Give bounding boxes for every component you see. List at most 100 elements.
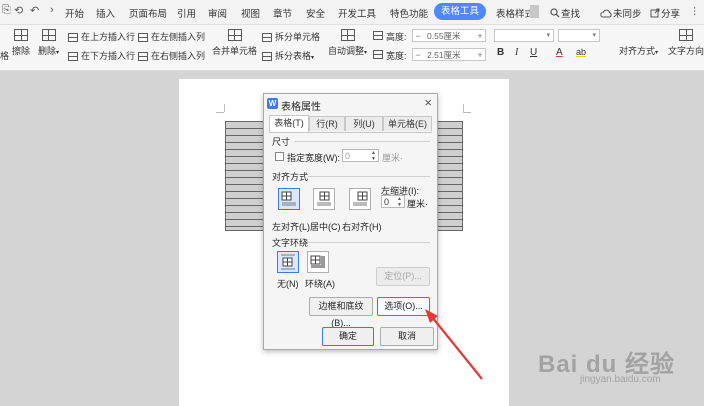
- merge-cells-button[interactable]: 合并单元格: [212, 29, 257, 57]
- align-left-icon: [281, 191, 296, 206]
- wrap-none-option[interactable]: [277, 251, 299, 273]
- search-box[interactable]: 查找: [550, 6, 580, 20]
- ribbon: 格 擦除 删除▾ 在上方插入行 在下方插入行 在左侧插入列 在右侧插入列 合并单…: [0, 25, 704, 71]
- tab-page-layout[interactable]: 页面布局: [129, 6, 167, 20]
- wrap-around-option[interactable]: [307, 251, 329, 273]
- tab-review[interactable]: 审阅: [208, 6, 227, 20]
- col-width-input[interactable]: − 2.51厘米 +: [412, 48, 486, 61]
- sync-label: 未同步: [613, 9, 642, 20]
- decrease-height-button[interactable]: −: [413, 30, 423, 43]
- tab-table-style[interactable]: 表格样式: [496, 6, 534, 20]
- underline-button[interactable]: U: [530, 47, 537, 58]
- spin-down-icon[interactable]: ▼: [370, 156, 377, 162]
- autofit-button[interactable]: 自动调整▾: [328, 29, 367, 57]
- width-label: 宽度:: [386, 51, 407, 61]
- insert-col-left-button[interactable]: 在左侧插入列: [138, 30, 205, 43]
- delete-table-icon: [41, 29, 56, 41]
- align-button[interactable]: 对齐方式▾: [619, 29, 658, 57]
- insert-row-below-button[interactable]: 在下方插入行: [68, 49, 135, 62]
- chevron-down-icon: ▾: [546, 32, 550, 39]
- wrap-around-icon: [310, 255, 325, 268]
- table-width-input[interactable]: 0 ▲ ▼: [342, 149, 379, 162]
- sync-status[interactable]: 未同步: [600, 6, 642, 20]
- tab-table-tools[interactable]: 表格工具: [434, 3, 486, 20]
- row-height-input[interactable]: − 0.55厘米 +: [412, 29, 486, 42]
- tab-security[interactable]: 安全: [306, 6, 325, 20]
- wrap-none-icon: [281, 254, 295, 270]
- text-direction-button[interactable]: 文字方向: [668, 29, 704, 57]
- split-cells-button[interactable]: 拆分单元格: [262, 30, 320, 43]
- font-color-button[interactable]: A: [556, 47, 563, 58]
- share-button[interactable]: 分享: [650, 6, 680, 20]
- borders-shading-button[interactable]: 边框和底纹(B)...: [309, 297, 373, 328]
- positioning-button[interactable]: 定位(P)...: [376, 267, 430, 286]
- tab-cell[interactable]: 单元格(E): [383, 116, 432, 131]
- delete-button[interactable]: 删除▾: [38, 29, 59, 57]
- highlight-button[interactable]: ab: [576, 47, 586, 57]
- cancel-button[interactable]: 取消: [380, 327, 434, 346]
- insert-row-above-icon: [68, 33, 78, 43]
- ribbon-clipped-label: 格: [0, 51, 10, 61]
- italic-button[interactable]: I: [515, 47, 518, 58]
- erase-button[interactable]: 擦除: [12, 29, 30, 57]
- align-left-option[interactable]: [278, 188, 300, 210]
- more-icon[interactable]: ›: [50, 4, 54, 16]
- tab-developer[interactable]: 开发工具: [338, 6, 376, 20]
- row-height-icon: [373, 31, 383, 40]
- undo-icon[interactable]: ↶: [30, 4, 39, 17]
- chevron-down-icon: ▾: [56, 50, 60, 56]
- erase-label: 擦除: [12, 46, 31, 56]
- insert-row-above-button[interactable]: 在上方插入行: [68, 30, 135, 43]
- options-button[interactable]: 选项(O)...: [377, 297, 430, 316]
- row-height-value: 0.55厘米: [427, 31, 461, 41]
- more-menu-icon[interactable]: ⋮: [690, 6, 700, 17]
- dialog-titlebar[interactable]: W 表格属性 ×: [264, 94, 437, 114]
- align-right-option[interactable]: [349, 188, 371, 210]
- ok-button[interactable]: 确定: [322, 327, 374, 346]
- align-right-label: 右对齐(H): [342, 222, 382, 232]
- tab-column[interactable]: 列(U): [345, 116, 383, 131]
- tab-scroll-box[interactable]: [530, 5, 539, 18]
- specify-width-label: 指定宽度(W):: [287, 153, 340, 163]
- tab-sections[interactable]: 章节: [273, 6, 292, 20]
- insert-col-right-button[interactable]: 在右侧插入列: [138, 49, 205, 62]
- table-width-unit: 厘米·: [382, 153, 403, 163]
- autofit-label: 自动调整: [328, 46, 365, 56]
- share-icon: [650, 8, 660, 18]
- increase-width-button[interactable]: +: [475, 49, 485, 62]
- menu-bar: ⎘ ⟲ ↶ › 开始 插入 页面布局 引用 审阅 视图 章节 安全 开发工具 特…: [0, 0, 704, 25]
- left-indent-input[interactable]: 0 ▲ ▼: [381, 195, 405, 208]
- tab-references[interactable]: 引用: [177, 6, 196, 20]
- spin-down-icon[interactable]: ▼: [396, 202, 403, 208]
- tab-row[interactable]: 行(R): [309, 116, 345, 131]
- split-cells-label: 拆分单元格: [275, 32, 321, 42]
- font-name-combo[interactable]: ▾: [494, 29, 554, 42]
- split-table-icon: [262, 52, 272, 62]
- alignment-section-label: 对齐方式: [272, 172, 309, 182]
- chevron-down-icon: ▾: [311, 55, 315, 61]
- align-center-label: 居中(C): [310, 222, 341, 232]
- wrap-around-label: 环绕(A): [305, 279, 335, 289]
- autofit-icon: [340, 29, 355, 41]
- specify-width-checkbox[interactable]: [275, 152, 284, 161]
- eraser-icon: [14, 29, 28, 41]
- bold-button[interactable]: B: [497, 47, 504, 58]
- insert-col-right-label: 在右侧插入列: [151, 51, 206, 61]
- increase-height-button[interactable]: +: [475, 30, 485, 43]
- decrease-width-button[interactable]: −: [413, 49, 423, 62]
- tab-table[interactable]: 表格(T): [269, 115, 309, 132]
- tab-insert[interactable]: 插入: [96, 6, 115, 20]
- tab-view[interactable]: 视图: [241, 6, 260, 20]
- tab-features[interactable]: 特色功能: [390, 6, 428, 20]
- crop-mark: [216, 112, 224, 113]
- align-left-label: 左对齐(L): [272, 222, 310, 232]
- split-table-button[interactable]: 拆分表格▾: [262, 49, 314, 62]
- print-preview-icon[interactable]: ⎘: [2, 4, 11, 17]
- align-center-option[interactable]: [313, 188, 335, 210]
- zoom-icon[interactable]: ⟲: [14, 4, 23, 17]
- size-section-label: 尺寸: [272, 137, 291, 147]
- tab-home[interactable]: 开始: [65, 6, 84, 20]
- font-size-combo[interactable]: ▾: [558, 29, 600, 42]
- watermark-url: jingyan.baidu.com: [580, 374, 661, 385]
- close-icon[interactable]: ×: [424, 96, 432, 110]
